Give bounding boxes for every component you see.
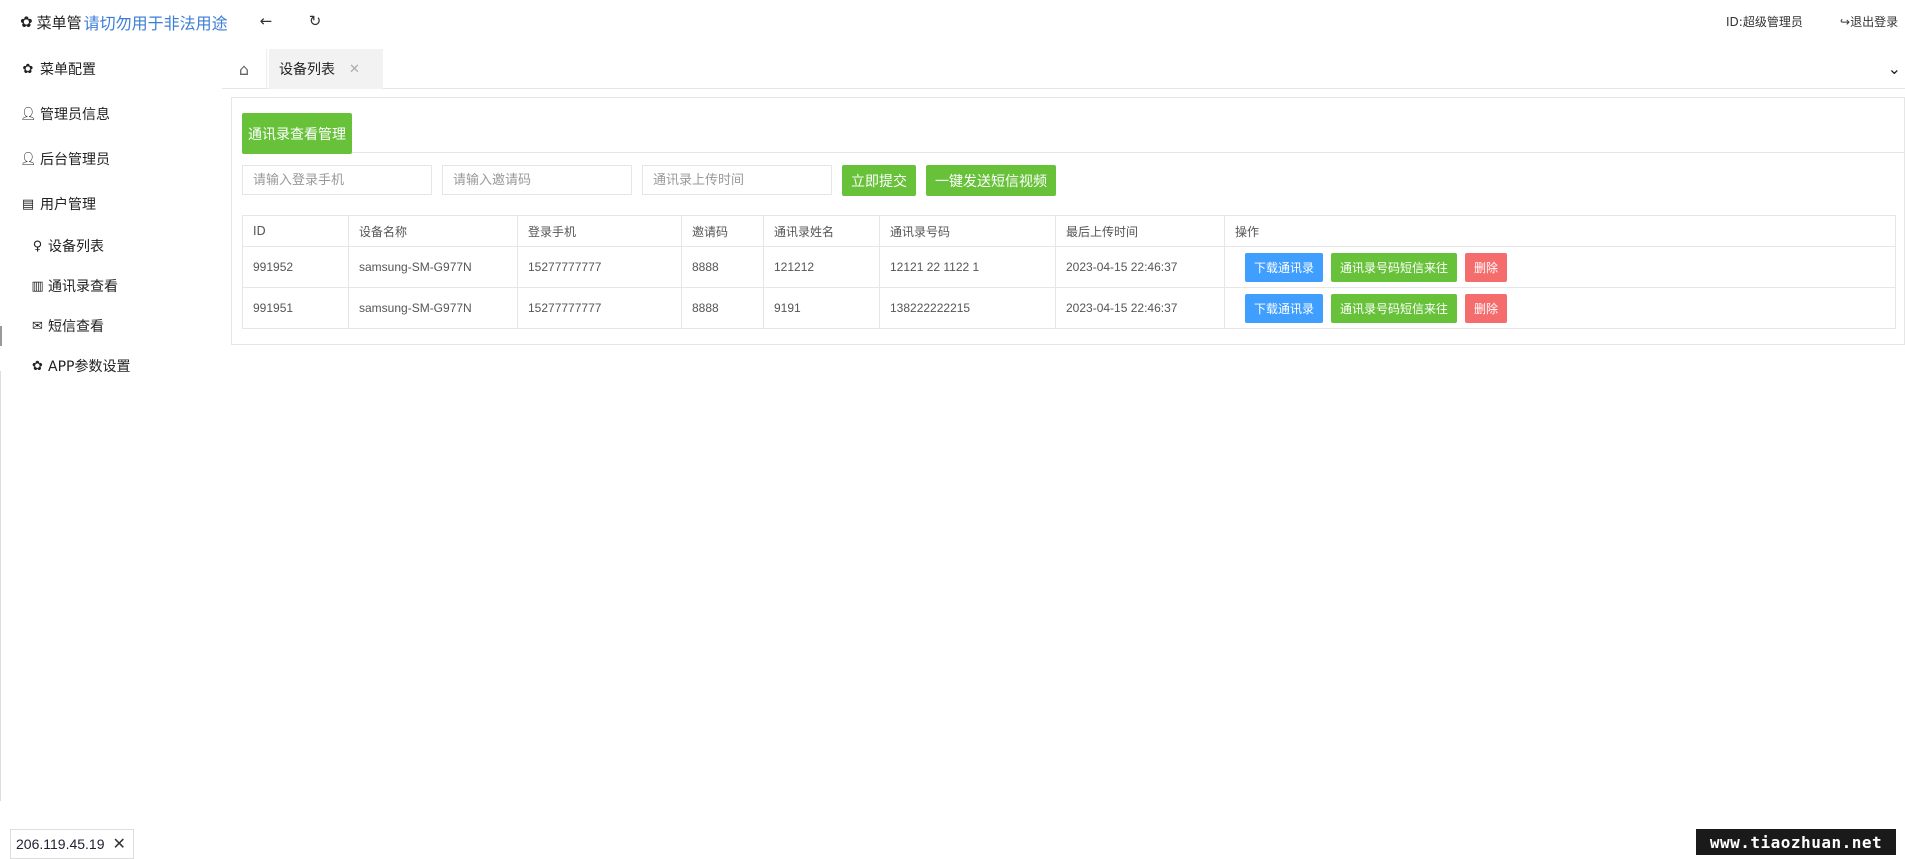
tab-bar: ⌂ 设备列表 ✕ ⌄ <box>222 49 1905 89</box>
cell-invite: 8888 <box>681 287 764 329</box>
cell-device: samsung-SM-G977N <box>348 287 518 329</box>
sidebar-item-admin-info[interactable]: 👤︎ 管理员信息 <box>20 103 110 125</box>
main-card: 通讯录查看管理 立即提交 一键发送短信视频 ID 设备名称 登录手机 邀请码 通… <box>231 97 1905 345</box>
sidebar-item-label: 通讯录查看 <box>48 279 118 295</box>
col-contact-number: 通讯录号码 <box>879 215 1056 247</box>
gear-icon: ✿ <box>20 13 33 31</box>
top-header: ✿ 菜单管 请切勿用于非法用途 ← ↻ ID:超级管理员 ↪退出登录 <box>0 0 1905 44</box>
cell-device: samsung-SM-G977N <box>348 246 518 288</box>
sidebar-item-label: 短信查看 <box>48 319 104 335</box>
col-invite-code: 邀请码 <box>681 215 764 247</box>
chevron-down-icon[interactable]: ⌄ <box>1888 59 1901 78</box>
submit-button[interactable]: 立即提交 <box>842 165 916 196</box>
sidebar-item-label: 设备列表 <box>48 239 104 255</box>
col-id: ID <box>242 215 349 247</box>
user-icon: 👤︎ <box>20 151 37 167</box>
delete-button[interactable]: 删除 <box>1465 252 1507 282</box>
tab-label: 设备列表 <box>279 62 335 78</box>
ip-badge: 206.119.45.19 ✕ <box>10 829 134 859</box>
book-icon: ▥ <box>31 278 44 294</box>
refresh-icon[interactable]: ↻ <box>305 12 325 30</box>
cell-phone: 15277777777 <box>517 287 682 329</box>
sidebar: ✿ 菜单配置 👤︎ 管理员信息 👤︎ 后台管理员 ▤ 用户管理 ♀ 设备列表 ▥… <box>0 46 222 801</box>
sidebar-item-device-list[interactable]: ♀ 设备列表 <box>30 235 104 257</box>
user-icon: 👤︎ <box>20 106 37 122</box>
table-row: 991952 samsung-SM-G977N 15277777777 8888… <box>242 246 1896 288</box>
cell-time: 2023-04-15 22:46:37 <box>1055 287 1225 329</box>
send-sms-video-button[interactable]: 一键发送短信视频 <box>926 165 1056 196</box>
delete-button[interactable]: 删除 <box>1465 293 1507 323</box>
brand-label: 菜单管 <box>36 13 82 32</box>
gear-icon: ✿ <box>22 61 34 77</box>
user-outline-icon: ♀ <box>32 238 43 254</box>
table-row: 991951 samsung-SM-G977N 15277777777 8888… <box>242 287 1896 329</box>
col-contact-name: 通讯录姓名 <box>763 215 880 247</box>
col-actions: 操作 <box>1224 215 1896 247</box>
sidebar-item-app-settings[interactable]: ✿ APP参数设置 <box>30 355 130 377</box>
table-header-row: ID 设备名称 登录手机 邀请码 通讯录姓名 通讯录号码 最后上传时间 操作 <box>242 215 1896 247</box>
sign-out-icon: ↪ <box>1840 15 1851 29</box>
gear-icon: ✿ <box>32 358 43 374</box>
col-device-name: 设备名称 <box>348 215 518 247</box>
upload-time-input[interactable] <box>642 165 832 195</box>
sidebar-item-label: 后台管理员 <box>40 152 110 168</box>
sidebar-item-label: 管理员信息 <box>40 107 110 123</box>
logout-label: 退出登录 <box>1850 15 1899 29</box>
cell-time: 2023-04-15 22:46:37 <box>1055 246 1225 288</box>
notice-text: 请切勿用于非法用途 <box>83 14 228 33</box>
cell-invite: 8888 <box>681 246 764 288</box>
cell-number: 12121 22 1122 1 <box>879 246 1056 288</box>
close-icon[interactable]: ✕ <box>113 834 126 854</box>
sidebar-item-contacts-view[interactable]: ▥ 通讯录查看 <box>30 275 118 297</box>
sidebar-edge <box>0 371 1 801</box>
id-card-icon: ▤ <box>21 196 35 212</box>
device-table: ID 设备名称 登录手机 邀请码 通讯录姓名 通讯录号码 最后上传时间 操作 9… <box>242 215 1896 329</box>
contacts-sms-button[interactable]: 通讯录号码短信来往 <box>1331 293 1457 323</box>
phone-input[interactable] <box>242 165 432 195</box>
user-id: ID:超级管理员 <box>1726 15 1803 29</box>
home-icon[interactable]: ⌂ <box>222 49 267 89</box>
cell-name: 121212 <box>763 246 880 288</box>
sidebar-item-label: 用户管理 <box>40 197 96 213</box>
cell-actions: 下载通讯录 通讯录号码短信来往 删除 <box>1224 246 1896 288</box>
brand: ✿ 菜单管 请切勿用于非法用途 <box>20 9 228 35</box>
invite-code-input[interactable] <box>442 165 632 195</box>
ip-address: 206.119.45.19 <box>16 836 105 852</box>
sidebar-item-menu-config[interactable]: ✿ 菜单配置 <box>20 58 96 80</box>
sidebar-item-user-management[interactable]: ▤ 用户管理 <box>20 193 96 215</box>
tab-device-list[interactable]: 设备列表 ✕ <box>269 49 383 89</box>
cell-id: 991951 <box>242 287 349 329</box>
card-header: 通讯录查看管理 <box>242 113 1904 154</box>
cell-phone: 15277777777 <box>517 246 682 288</box>
cell-id: 991952 <box>242 246 349 288</box>
close-icon[interactable]: ✕ <box>349 62 360 77</box>
sidebar-item-backend-admin[interactable]: 👤︎ 后台管理员 <box>20 148 110 170</box>
col-login-phone: 登录手机 <box>517 215 682 247</box>
sidebar-item-label: 菜单配置 <box>40 62 96 78</box>
download-contacts-button[interactable]: 下载通讯录 <box>1245 252 1323 282</box>
cell-number: 138222222215 <box>879 287 1056 329</box>
logout-link[interactable]: ↪退出登录 <box>1840 13 1898 30</box>
sidebar-edge <box>0 326 2 346</box>
sidebar-item-label: APP参数设置 <box>48 359 131 375</box>
cell-name: 9191 <box>763 287 880 329</box>
download-contacts-button[interactable]: 下载通讯录 <box>1245 293 1323 323</box>
watermark: www.tiaozhuan.net <box>1696 829 1896 855</box>
envelope-icon: ✉ <box>32 318 43 334</box>
col-last-upload: 最后上传时间 <box>1055 215 1225 247</box>
cell-actions: 下载通讯录 通讯录号码短信来往 删除 <box>1224 287 1896 329</box>
contacts-sms-button[interactable]: 通讯录号码短信来往 <box>1331 252 1457 282</box>
sidebar-item-sms-view[interactable]: ✉ 短信查看 <box>30 315 104 337</box>
arrow-left-icon[interactable]: ← <box>256 12 276 30</box>
card-title: 通讯录查看管理 <box>242 113 352 154</box>
